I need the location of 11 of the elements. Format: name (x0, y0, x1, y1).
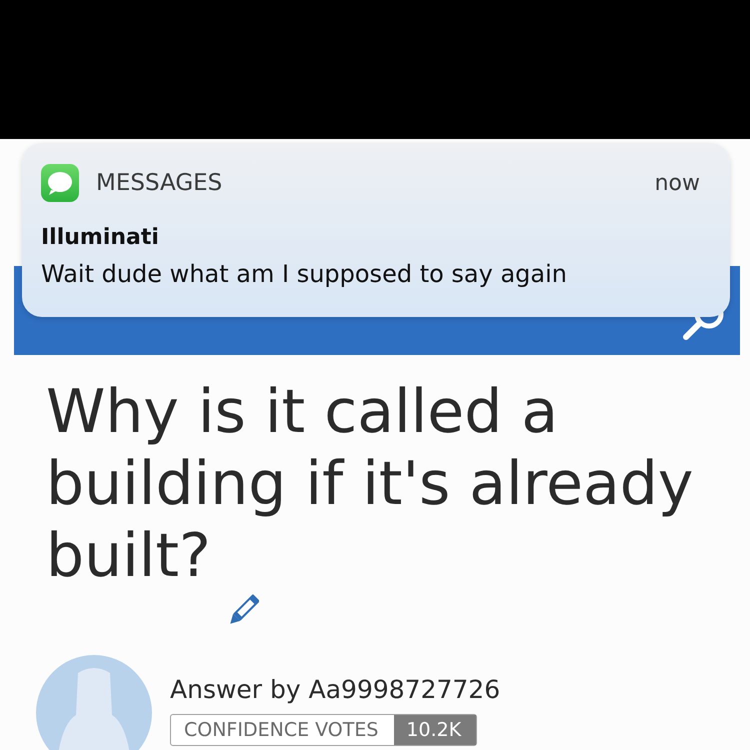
message-text: Wait dude what am I supposed to say again (41, 259, 568, 290)
confidence-votes-label: CONFIDENCE VOTES (183, 718, 380, 743)
chat-bubble-icon (41, 164, 79, 202)
app-name: MESSAGES (96, 170, 222, 196)
notification-card[interactable]: MESSAGES now Illuminati Wait dude what am I supposed to say again (22, 143, 730, 317)
avatar-icon (36, 655, 152, 750)
question-title: Why is it called a building if it's already built? (46, 377, 694, 591)
notification-time: now (654, 170, 700, 196)
sender-name: Illuminati (41, 224, 160, 252)
answer-author[interactable]: Answer by Aa9998727726 (170, 675, 500, 705)
vote-count: 10.2K (394, 715, 476, 745)
